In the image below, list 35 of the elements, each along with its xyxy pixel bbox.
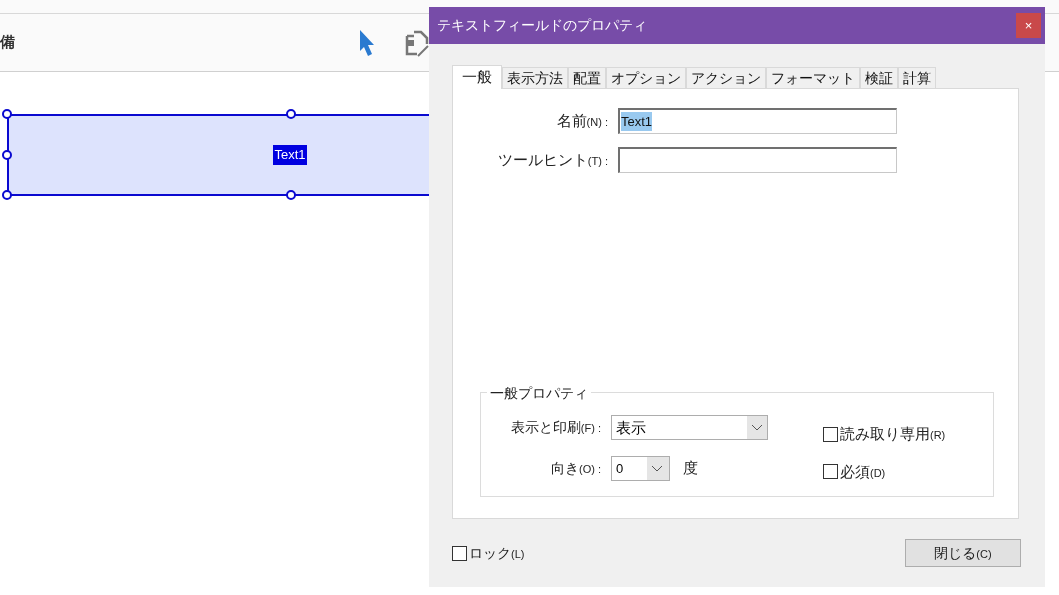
field-label: 名前(N) :: [555, 110, 609, 131]
dropdown-value: 表示: [612, 416, 747, 439]
tab[interactable]: フォーマット: [766, 67, 860, 88]
field-label: 表示と印刷(F) :: [509, 418, 602, 437]
checkbox[interactable]: 読み取り専用(R): [823, 423, 946, 446]
orientation-dropdown[interactable]: 0: [611, 456, 670, 481]
resize-handle[interactable]: [2, 109, 12, 119]
text-input[interactable]: [618, 147, 897, 173]
tab[interactable]: 表示方法: [502, 67, 568, 88]
toolbar-label: 備: [0, 32, 15, 53]
field-label: 向き(O) :: [550, 459, 602, 478]
form-edit-icon[interactable]: [404, 30, 429, 58]
lock-checkbox[interactable]: ロック(L): [452, 542, 525, 564]
close-dialog-button[interactable]: 閉じる(C): [905, 539, 1021, 567]
dropdown-value: 0: [612, 457, 647, 480]
unit-label: 度: [683, 458, 698, 479]
field-name-label: Text1: [273, 145, 307, 165]
tab[interactable]: 検証: [860, 67, 898, 88]
checkbox[interactable]: 必須(D): [823, 460, 946, 483]
close-button[interactable]: ×: [1016, 13, 1041, 38]
field-label: ツールヒント(T) :: [496, 149, 609, 170]
visibility-dropdown[interactable]: 表示: [611, 415, 768, 440]
input-value: Text1: [621, 111, 653, 132]
resize-handle[interactable]: [2, 190, 12, 200]
dialog-title: テキストフィールドのプロパティ: [437, 16, 647, 35]
tab[interactable]: オプション: [606, 67, 686, 88]
tab[interactable]: 計算: [898, 67, 936, 88]
pointer-icon[interactable]: [358, 29, 376, 57]
text-input[interactable]: Text1: [618, 108, 897, 134]
tab[interactable]: アクション: [686, 67, 766, 88]
tab[interactable]: 一般: [452, 65, 502, 89]
tab[interactable]: 配置: [568, 67, 606, 88]
resize-handle[interactable]: [2, 150, 12, 160]
resize-handle[interactable]: [286, 109, 296, 119]
resize-handle[interactable]: [286, 190, 296, 200]
